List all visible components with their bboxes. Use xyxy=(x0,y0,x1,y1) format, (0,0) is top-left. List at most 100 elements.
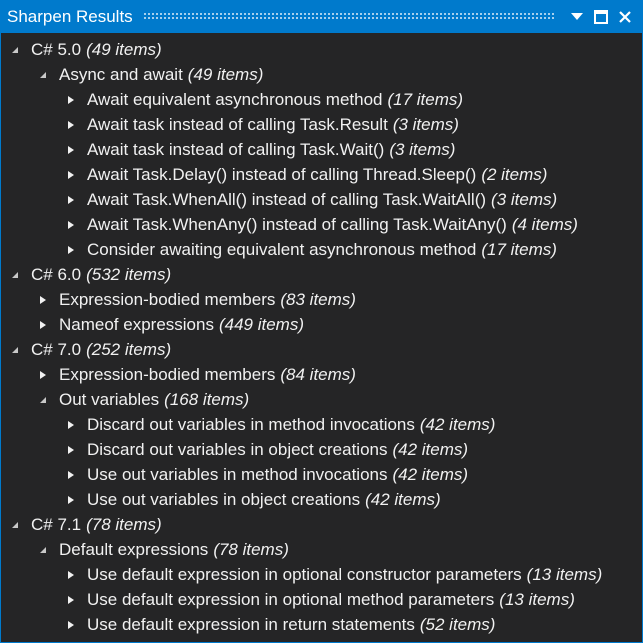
tree-node[interactable]: Nameof expressions (449 items) xyxy=(1,312,642,337)
expanded-arrow-icon[interactable] xyxy=(11,262,31,287)
node-label: Discard out variables in method invocati… xyxy=(87,414,415,434)
collapsed-arrow-icon[interactable] xyxy=(39,287,59,312)
item-count: (3 items) xyxy=(392,114,459,134)
collapsed-arrow-icon[interactable] xyxy=(67,612,87,637)
tree-node[interactable]: C# 6.0 (532 items) xyxy=(1,262,642,287)
collapsed-arrow-icon[interactable] xyxy=(67,562,87,587)
node-label: Await task instead of calling Task.Wait(… xyxy=(87,139,385,159)
collapsed-arrow-icon[interactable] xyxy=(67,237,87,262)
item-count: (84 items) xyxy=(280,364,356,384)
item-count: (532 items) xyxy=(86,264,172,284)
expanded-arrow-icon[interactable] xyxy=(11,37,31,62)
node-label: Await Task.WhenAny() instead of calling … xyxy=(87,214,507,234)
node-label: Await Task.WhenAll() instead of calling … xyxy=(87,189,487,209)
node-label: Discard out variables in object creation… xyxy=(87,439,388,459)
tree-node[interactable]: Async and await (49 items) xyxy=(1,62,642,87)
item-count: (49 items) xyxy=(187,64,264,84)
chevron-down-icon xyxy=(571,12,583,20)
collapsed-arrow-icon[interactable] xyxy=(67,462,87,487)
collapsed-arrow-icon[interactable] xyxy=(67,412,87,437)
node-label: Await Task.Delay() instead of calling Th… xyxy=(87,164,477,184)
tree-leaf[interactable]: Await equivalent asynchronous method (17… xyxy=(1,87,642,112)
collapsed-arrow-icon[interactable] xyxy=(67,187,87,212)
tree-node[interactable]: C# 7.0 (252 items) xyxy=(1,337,642,362)
tree-node[interactable]: C# 7.1 (78 items) xyxy=(1,512,642,537)
node-label: C# 7.0 xyxy=(31,339,82,359)
node-label: Out variables xyxy=(59,389,160,409)
item-count: (3 items) xyxy=(491,189,558,209)
expanded-arrow-icon[interactable] xyxy=(11,337,31,362)
node-label: Use out variables in method invocations xyxy=(87,464,388,484)
item-count: (52 items) xyxy=(419,614,496,634)
collapsed-arrow-icon[interactable] xyxy=(67,437,87,462)
item-count: (17 items) xyxy=(387,89,464,109)
item-count: (42 items) xyxy=(392,439,469,459)
tree-node[interactable]: Out variables (168 items) xyxy=(1,387,642,412)
node-label: Expression-bodied members xyxy=(59,364,276,384)
tree-leaf[interactable]: Discard out variables in method invocati… xyxy=(1,412,642,437)
node-label: Use default expression in optional metho… xyxy=(87,589,495,609)
tree-leaf[interactable]: Use out variables in method invocations … xyxy=(1,462,642,487)
window-title: Sharpen Results xyxy=(7,6,133,26)
node-label: Nameof expressions xyxy=(59,314,214,334)
node-label: Default expressions xyxy=(59,539,209,559)
expanded-arrow-icon[interactable] xyxy=(11,512,31,537)
title-bar[interactable]: Sharpen Results xyxy=(1,0,642,33)
item-count: (42 items) xyxy=(392,464,469,484)
close-icon xyxy=(619,10,631,23)
node-label: Use default expression in return stateme… xyxy=(87,614,415,634)
dropdown-button[interactable] xyxy=(568,8,586,26)
collapsed-arrow-icon[interactable] xyxy=(67,137,87,162)
node-label: Await equivalent asynchronous method xyxy=(87,89,383,109)
collapsed-arrow-icon[interactable] xyxy=(39,362,59,387)
node-label: C# 7.1 xyxy=(31,514,82,534)
close-button[interactable] xyxy=(616,8,634,26)
tree-leaf[interactable]: Await Task.WhenAny() instead of calling … xyxy=(1,212,642,237)
collapsed-arrow-icon[interactable] xyxy=(67,112,87,137)
node-label: Use default expression in optional const… xyxy=(87,564,522,584)
item-count: (42 items) xyxy=(419,414,496,434)
item-count: (42 items) xyxy=(365,489,441,509)
collapsed-arrow-icon[interactable] xyxy=(67,212,87,237)
tree-node[interactable]: Expression-bodied members (83 items) xyxy=(1,287,642,312)
item-count: (449 items) xyxy=(218,314,304,334)
tree-node[interactable]: Expression-bodied members (84 items) xyxy=(1,362,642,387)
item-count: (49 items) xyxy=(86,39,162,59)
drag-grip[interactable] xyxy=(142,12,556,21)
node-label: Await task instead of calling Task.Resul… xyxy=(87,114,388,134)
tree-leaf[interactable]: Use default expression in optional const… xyxy=(1,562,642,587)
tree-leaf[interactable]: Await Task.Delay() instead of calling Th… xyxy=(1,162,642,187)
node-label: Async and await xyxy=(59,64,183,84)
tree-leaf[interactable]: Await task instead of calling Task.Resul… xyxy=(1,112,642,137)
item-count: (13 items) xyxy=(499,589,575,609)
item-count: (78 items) xyxy=(86,514,162,534)
expanded-arrow-icon[interactable] xyxy=(39,62,59,87)
tree-node[interactable]: C# 5.0 (49 items) xyxy=(1,37,642,62)
item-count: (78 items) xyxy=(213,539,289,559)
tree-node[interactable]: Default expressions (78 items) xyxy=(1,537,642,562)
item-count: (83 items) xyxy=(280,289,356,309)
tree-leaf[interactable]: Use default expression in return stateme… xyxy=(1,612,642,637)
tree-leaf[interactable]: Use default expression in optional metho… xyxy=(1,587,642,612)
collapsed-arrow-icon[interactable] xyxy=(67,487,87,512)
item-count: (4 items) xyxy=(511,214,578,234)
collapsed-arrow-icon[interactable] xyxy=(67,162,87,187)
node-label: Expression-bodied members xyxy=(59,289,276,309)
collapsed-arrow-icon[interactable] xyxy=(39,312,59,337)
collapsed-arrow-icon[interactable] xyxy=(67,87,87,112)
tree-leaf[interactable]: Discard out variables in object creation… xyxy=(1,437,642,462)
maximize-button[interactable] xyxy=(592,8,610,26)
collapsed-arrow-icon[interactable] xyxy=(67,587,87,612)
item-count: (3 items) xyxy=(389,139,456,159)
item-count: (2 items) xyxy=(481,164,548,184)
tree-leaf[interactable]: Use out variables in object creations (4… xyxy=(1,487,642,512)
tree-leaf[interactable]: Await task instead of calling Task.Wait(… xyxy=(1,137,642,162)
title-buttons xyxy=(568,8,642,26)
sharpen-results-window: Sharpen Results C# 5.0 (49 items) Async … xyxy=(0,0,643,643)
tree-leaf[interactable]: Consider awaiting equivalent asynchronou… xyxy=(1,237,642,262)
tree-leaf[interactable]: Await Task.WhenAll() instead of calling … xyxy=(1,187,642,212)
maximize-icon xyxy=(594,9,608,24)
expanded-arrow-icon[interactable] xyxy=(39,537,59,562)
expanded-arrow-icon[interactable] xyxy=(39,387,59,412)
node-label: Use out variables in object creations xyxy=(87,489,361,509)
